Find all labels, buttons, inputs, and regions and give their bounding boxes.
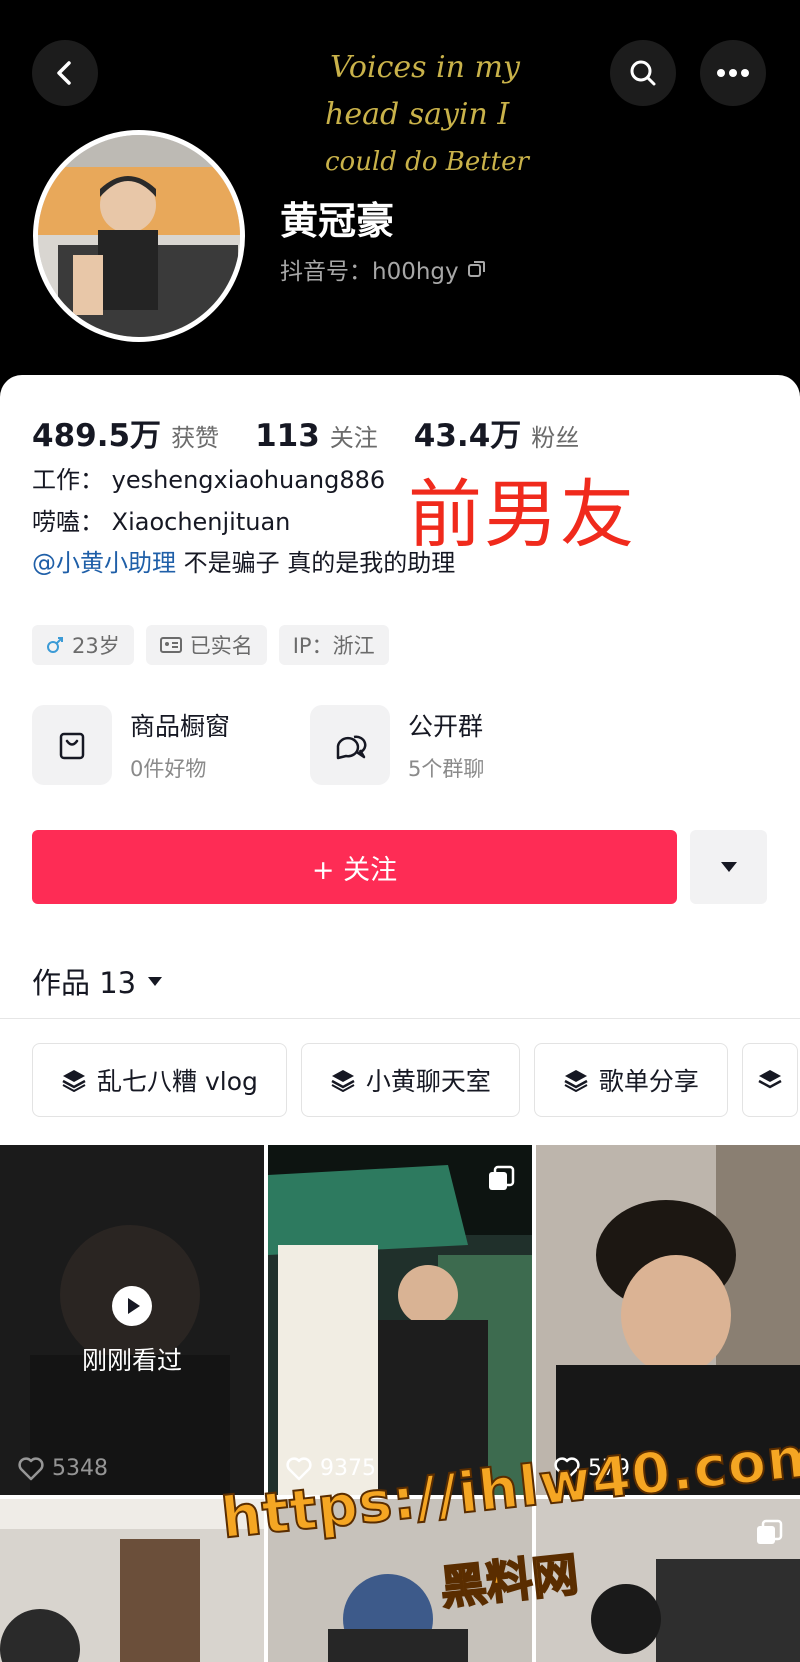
group-chat-icon-box xyxy=(310,705,390,785)
stat-likes[interactable]: 489.5万 获赞 xyxy=(32,410,219,455)
profile-tags: 23岁 已实名 IP：浙江 xyxy=(32,625,389,665)
collection-label: 歌单分享 xyxy=(598,1067,699,1096)
collections-row: 乱七八糟 vlog 小黄聊天室 歌单分享 xyxy=(32,1043,798,1117)
stats-row: 489.5万 获赞 113 关注 43.4万 粉丝 xyxy=(32,410,615,455)
shopping-bag-icon xyxy=(59,732,85,760)
triangle-down-icon xyxy=(720,862,737,872)
recommend-dropdown-button[interactable] xyxy=(690,830,767,904)
collection-chip[interactable]: 歌单分享 xyxy=(533,1043,728,1117)
scribble-line-3: could do Better xyxy=(325,147,531,177)
scribble-line-2: head sayin I xyxy=(325,97,510,132)
multi-image-icon xyxy=(489,1165,515,1190)
watched-overlay: 刚刚看过 xyxy=(0,1285,264,1377)
collection-chip[interactable]: 小黄聊天室 xyxy=(300,1043,520,1117)
works-label: 作品 13 xyxy=(32,966,137,1000)
avatar[interactable] xyxy=(33,130,245,342)
stat-label: 获赞 xyxy=(171,424,220,452)
chat-icon xyxy=(336,735,367,760)
copy-icon[interactable] xyxy=(467,259,487,279)
group-chat-sub: 5个群聊 xyxy=(408,757,485,781)
video-tile[interactable]: 刚刚看过 5348 xyxy=(0,1145,264,1495)
profile-name: 黄冠豪 xyxy=(280,199,395,243)
follow-label: + 关注 xyxy=(311,854,398,886)
scribble-line-1: Voices in my xyxy=(330,50,521,85)
back-button[interactable] xyxy=(32,40,98,106)
collection-label: 乱七八糟 vlog xyxy=(97,1067,258,1096)
collection-chip-partial[interactable] xyxy=(741,1043,798,1117)
stat-followers[interactable]: 43.4万 粉丝 xyxy=(414,410,580,455)
watched-label: 刚刚看过 xyxy=(81,1346,182,1375)
tag-verified: 已实名 xyxy=(145,625,267,665)
group-chat-title: 公开群 xyxy=(408,712,484,741)
tag-verified-text: 已实名 xyxy=(189,634,253,658)
stat-value: 43.4万 xyxy=(413,418,522,454)
profile-header: Voices in my head sayin I could do Bette… xyxy=(0,0,800,400)
showcase-icon-box xyxy=(32,705,112,785)
bio-mention-line: @小黄小助理 不是骗子 真的是我的助理 xyxy=(32,543,455,578)
multi-image-badge xyxy=(754,1519,784,1553)
male-icon xyxy=(47,637,63,653)
triangle-down-icon xyxy=(148,977,163,986)
search-button[interactable] xyxy=(610,40,676,106)
stat-label: 关注 xyxy=(329,424,378,452)
stat-value: 489.5万 xyxy=(32,418,162,454)
bio-work: 工作： yeshengxiaohuang886 xyxy=(32,466,386,494)
assistant-mention-link[interactable]: @小黄小助理 xyxy=(32,549,176,577)
multi-image-badge xyxy=(486,1165,516,1199)
layers-icon xyxy=(564,1070,588,1092)
stat-value: 113 xyxy=(255,418,320,454)
collection-label: 小黄聊天室 xyxy=(365,1067,491,1096)
bio-chat: 唠嗑： Xiaochenjituan xyxy=(32,508,291,536)
video-likes-count: 5348 xyxy=(52,1456,108,1481)
more-button[interactable] xyxy=(700,40,766,106)
chevron-left-icon xyxy=(57,61,71,85)
video-likes: 5348 xyxy=(18,1456,108,1481)
showcase-title: 商品橱窗 xyxy=(130,712,231,741)
tag-age: 23岁 xyxy=(32,625,134,665)
video-tile[interactable]: 9375 xyxy=(268,1145,532,1495)
tag-age-text: 23岁 xyxy=(72,634,120,658)
divider xyxy=(0,1018,800,1019)
more-dots-icon xyxy=(717,69,749,77)
user-id-text: 抖音号：h00hgy xyxy=(280,259,459,285)
avatar-photo xyxy=(38,135,240,337)
handwritten-banner: Voices in my head sayin I could do Bette… xyxy=(325,50,531,177)
follow-button[interactable]: + 关注 xyxy=(32,830,677,904)
play-icon xyxy=(112,1286,152,1326)
heart-icon xyxy=(18,1456,44,1480)
layers-icon xyxy=(331,1070,355,1092)
collection-chip[interactable]: 乱七八糟 vlog xyxy=(32,1043,287,1117)
works-tab[interactable]: 作品 13 xyxy=(32,960,164,1002)
stat-label: 粉丝 xyxy=(531,424,580,452)
layers-icon xyxy=(62,1070,86,1092)
group-chat-entry[interactable]: 公开群 5个群聊 xyxy=(310,705,484,785)
user-id[interactable]: 抖音号：h00hgy xyxy=(280,252,487,286)
multi-image-icon xyxy=(757,1519,783,1544)
search-icon xyxy=(630,60,656,86)
id-card-icon xyxy=(159,637,182,653)
showcase-sub: 0件好物 xyxy=(130,757,207,781)
stat-following[interactable]: 113 关注 xyxy=(255,418,378,454)
tag-ip: IP：浙江 xyxy=(278,625,389,665)
tag-ip-text: IP：浙江 xyxy=(292,634,375,658)
layers-icon xyxy=(758,1070,782,1089)
showcase-entry[interactable]: 商品橱窗 0件好物 xyxy=(32,705,230,785)
overlay-text: 前男友 xyxy=(408,472,636,558)
